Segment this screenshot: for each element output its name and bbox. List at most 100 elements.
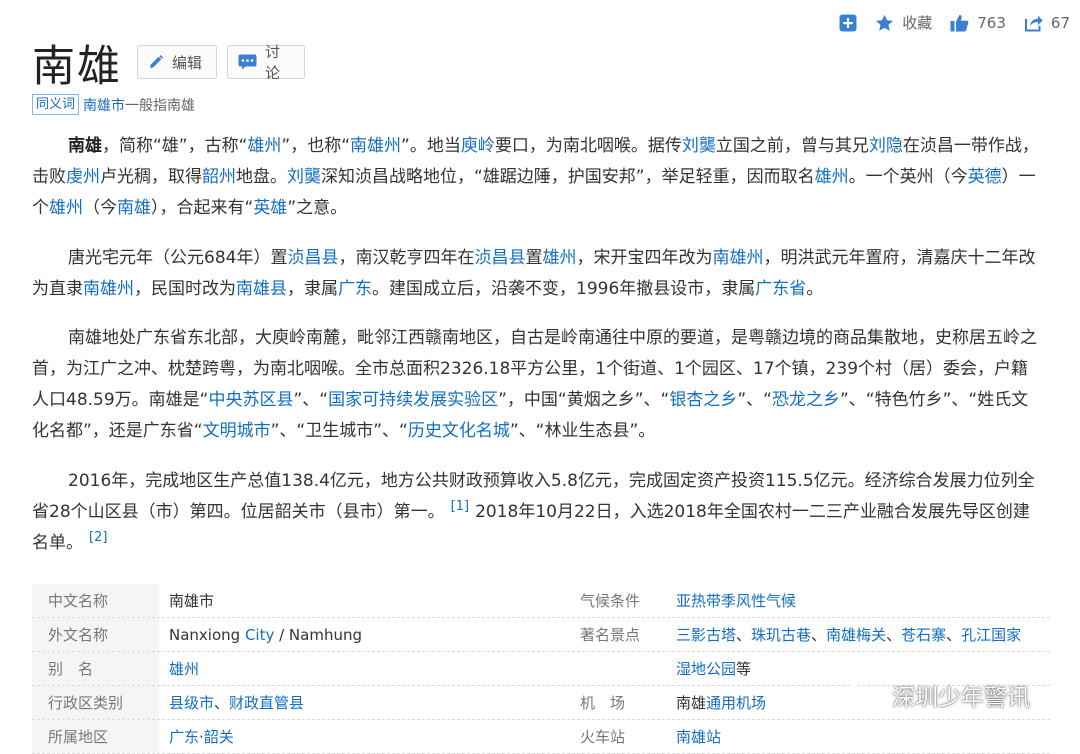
inline-link[interactable]: 韶关 [204, 728, 234, 746]
inline-link[interactable]: 恐龙之乡 [772, 390, 840, 410]
inline-link[interactable]: 南雄梅关 [826, 626, 886, 644]
edit-button-label: 编辑 [172, 53, 203, 72]
watermark-text: 深圳少年警讯 [892, 685, 1030, 711]
inline-link[interactable]: 广东 [169, 728, 199, 746]
share-button[interactable]: 67 [1024, 14, 1070, 32]
text-run: Nanxiong [169, 625, 245, 644]
inline-link[interactable]: City [245, 626, 274, 644]
thumbs-up-icon [950, 14, 969, 32]
inline-link[interactable]: 雄州 [815, 167, 849, 187]
inline-link[interactable]: 国家可持续发展实验区 [328, 390, 498, 410]
inline-link[interactable]: 珠玑古巷 [751, 626, 811, 644]
text-run: 要口，为南北咽喉。据传 [494, 136, 682, 156]
inline-link[interactable]: 银杏之乡 [669, 390, 737, 410]
inline-link[interactable]: 湿地公园 [676, 660, 736, 678]
text-run: ，南汉乾亨四年在 [338, 248, 475, 268]
inline-link[interactable]: 刘龑 [682, 136, 716, 156]
text-run: 南雄 [676, 694, 707, 712]
inline-link[interactable]: 雄州 [49, 198, 83, 218]
text-run: ”。地当 [401, 136, 461, 156]
reference-marker[interactable]: [2] [89, 530, 107, 545]
info-value: Nanxiong City / Namhung [159, 626, 554, 644]
inline-link[interactable]: 广东省 [755, 279, 806, 299]
info-value: 亚热带季风性气候 [664, 590, 796, 611]
inline-link[interactable]: 县级市 [169, 694, 214, 712]
info-label: 所属地区 [32, 720, 159, 753]
paragraph-history: 唐光宅元年（公元684年）置浈昌县，南汉乾亨四年在浈昌县置雄州，宋开宝四年改为南… [32, 243, 1044, 305]
text-run: 、 [214, 694, 230, 712]
inline-link[interactable]: 南雄州 [83, 279, 134, 299]
text-run: 深知浈昌战略地位，“雄踞边陲，护国安邦”，举足轻重，因而取名 [321, 167, 815, 187]
inline-link[interactable]: 三影古塔 [676, 626, 736, 644]
inline-link[interactable]: 庾岭 [461, 136, 495, 156]
share-count: 67 [1050, 13, 1070, 32]
reference-marker[interactable]: [1] [451, 499, 469, 514]
inline-link[interactable]: 亚热带季风性气候 [676, 592, 796, 610]
info-value: 广东·韶关 [159, 726, 554, 747]
inline-link[interactable]: 虔州 [66, 167, 100, 187]
info-value: 南雄通用机场 [664, 692, 766, 713]
text-run: ”、“ [737, 390, 772, 410]
inline-link[interactable]: 刘隐 [869, 136, 903, 156]
info-value: 三影古塔、珠玑古巷、南雄梅关、苍石寨、孔江国家 [664, 624, 1021, 645]
pencil-icon [148, 54, 164, 70]
inline-link[interactable]: 南雄 [117, 198, 151, 218]
inline-link[interactable]: 雄州 [542, 248, 576, 268]
info-value: 湿地公园等 [664, 658, 751, 679]
inline-link[interactable]: 南雄站 [676, 728, 721, 746]
inline-link[interactable]: 文明城市 [203, 421, 271, 441]
info-label [554, 652, 664, 685]
discuss-button[interactable]: 讨论 [227, 43, 305, 82]
text-run: 、 [886, 626, 902, 644]
info-row: 所属地区 广东·韶关 火车站 南雄站 [32, 720, 1050, 754]
paragraph-economy: 2016年，完成地区生产总值138.4亿元，地方公共财政预算收入5.8亿元，完成… [32, 466, 1044, 559]
text-run: 、 [736, 626, 752, 644]
synonym-description: 一般指南雄 [125, 97, 196, 114]
inline-link[interactable]: 财政直管县 [229, 694, 304, 712]
inline-link[interactable]: 广东 [338, 279, 372, 299]
info-label: 火车站 [580, 728, 626, 746]
inline-link[interactable]: 历史文化名城 [408, 421, 510, 441]
inline-link[interactable]: 浈昌县 [474, 248, 525, 268]
inline-link[interactable]: 南雄州 [712, 248, 763, 268]
bold-term: 南雄 [68, 136, 102, 156]
favorite-button[interactable]: 收藏 [875, 12, 932, 33]
inline-link[interactable]: 韶州 [202, 167, 236, 187]
inline-link[interactable]: 南雄县 [236, 279, 287, 299]
inline-link[interactable]: 雄州 [169, 660, 199, 678]
inline-link[interactable]: 孔江国家 [961, 626, 1021, 644]
text-run: ”、“林业生态县”。 [509, 421, 656, 441]
basic-info-table: 中文名称 南雄市 气候条件 亚热带季风性气候 外文名称 Nanxiong City / N… [32, 584, 1050, 754]
paragraph-geography: 南雄地处广东省东北部，大庾岭南麓，毗邻江西赣南地区，自古是岭南通往中原的要道，是… [32, 323, 1044, 447]
text-run: （今 [83, 198, 117, 218]
edit-button[interactable]: 编辑 [137, 45, 217, 79]
inline-link[interactable]: 苍石寨 [901, 626, 946, 644]
like-button[interactable]: 763 [950, 14, 1006, 32]
info-label: 气候条件 [580, 592, 641, 610]
info-row: 中文名称 南雄市 气候条件 亚热带季风性气候 [32, 584, 1050, 618]
paragraph-intro: 南雄，简称“雄”，古称“雄州”，也称“南雄州”。地当庾岭要口，为南北咽喉。据传刘… [32, 131, 1044, 224]
text-run: 地盘。 [236, 167, 287, 187]
text-run: 等 [736, 660, 752, 678]
favorite-label: 收藏 [902, 14, 933, 32]
synonym-tag[interactable]: 同义词 [32, 94, 80, 115]
inline-link[interactable]: 雄州 [247, 136, 281, 156]
info-row: 外文名称 Nanxiong City / Namhung 著名景点 三影古塔、珠玑古巷… [32, 618, 1050, 652]
synonym-term-link[interactable]: 南雄市 [83, 95, 125, 115]
info-value: 南雄市 [159, 590, 554, 611]
inline-link[interactable]: 英德 [968, 167, 1002, 187]
text-run: 、 [811, 626, 827, 644]
inline-link[interactable]: 中央苏区县 [208, 390, 293, 410]
text-run: / Namhung [274, 625, 362, 644]
info-value: 雄州 [159, 658, 554, 679]
text-run: 卢光稠，取得 [100, 167, 202, 187]
share-icon [1024, 14, 1043, 32]
inline-link[interactable]: 通用机场 [706, 694, 766, 712]
inline-link[interactable]: 英雄 [253, 198, 287, 218]
inline-link[interactable]: 浈昌县 [287, 248, 338, 268]
info-label: 著名景点 [580, 626, 641, 644]
add-button[interactable] [839, 14, 857, 32]
inline-link[interactable]: 刘龑 [287, 167, 321, 187]
inline-link[interactable]: 南雄州 [350, 136, 401, 156]
text-run: ，宋开宝四年改为 [576, 248, 713, 268]
